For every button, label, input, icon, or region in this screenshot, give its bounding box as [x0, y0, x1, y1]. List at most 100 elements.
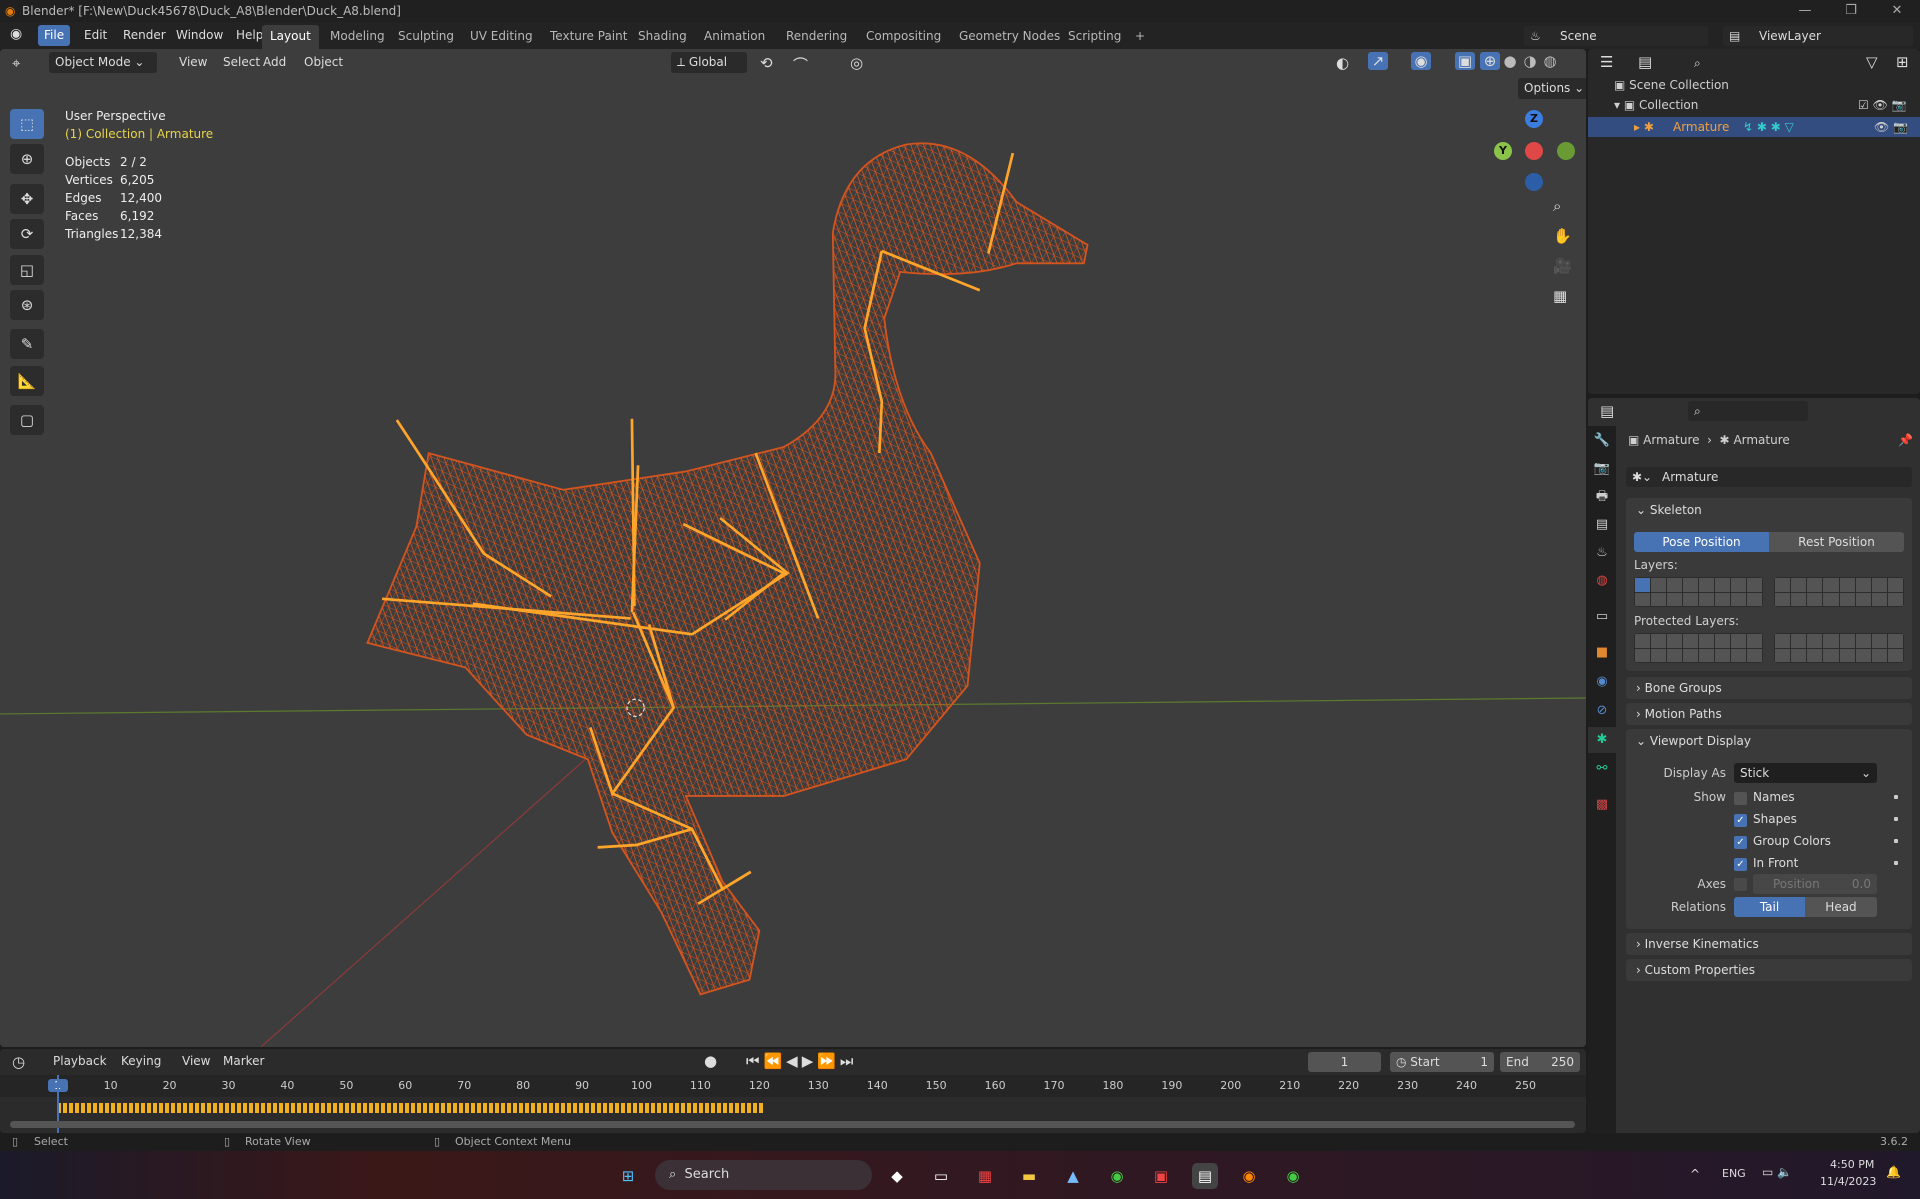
layer-cell[interactable] [1699, 648, 1714, 662]
layer-cell[interactable] [1731, 648, 1746, 662]
xray-icon[interactable]: ▣ [1455, 52, 1475, 70]
gizmo-neg-z-axis[interactable] [1525, 173, 1543, 191]
taskbar-search[interactable]: ⌕ Search [655, 1160, 872, 1190]
layer-cell[interactable] [1823, 592, 1839, 606]
collection-tab-icon[interactable]: ▭ [1588, 604, 1616, 630]
layers-grid-a[interactable] [1634, 577, 1763, 607]
menu-object[interactable]: Object [304, 52, 343, 73]
properties-search[interactable]: ⌕ [1688, 401, 1808, 421]
pin-icon[interactable]: 📌 [1898, 433, 1913, 447]
viewport-display-header[interactable]: ⌄ Viewport Display [1636, 734, 1751, 748]
playback-controls[interactable]: ⏮⏪◀▶⏩⏭ [746, 1052, 857, 1070]
minimize-button[interactable]: — [1782, 0, 1828, 22]
network-volume-icons[interactable]: ▭ 🔈 [1762, 1165, 1792, 1179]
layer-cell[interactable] [1731, 634, 1746, 648]
bone-groups-panel[interactable]: › Bone Groups [1626, 677, 1912, 699]
menu-select[interactable]: Select [223, 52, 260, 73]
layer-cell[interactable] [1651, 634, 1666, 648]
marker-menu[interactable]: Marker [223, 1051, 264, 1072]
layer-cell[interactable] [1699, 634, 1714, 648]
scene-tab-icon[interactable]: ♨ [1588, 540, 1616, 566]
tray-expand-icon[interactable]: ^ [1690, 1167, 1700, 1181]
layer-cell[interactable] [1683, 634, 1698, 648]
3d-viewport[interactable]: ⌖ Object Mode ⌄ View Select Add Object ⟂… [0, 49, 1586, 1047]
layer-cell[interactable] [1635, 592, 1650, 606]
workspace-tab-2[interactable]: Sculpting [390, 25, 462, 49]
layer-cell[interactable] [1855, 634, 1871, 648]
notification-bell-icon[interactable]: 🔔 [1886, 1165, 1901, 1179]
layer-cell[interactable] [1651, 592, 1666, 606]
transform-tool[interactable]: ⊛ [10, 290, 44, 320]
layer-cell[interactable] [1667, 578, 1682, 592]
layer-cell[interactable] [1747, 634, 1762, 648]
pan-hand-icon[interactable]: ✋ [1553, 227, 1572, 245]
layer-cell[interactable] [1715, 648, 1730, 662]
snap-icon[interactable]: ⌒ [793, 54, 808, 75]
playback-menu[interactable]: Playback [53, 1051, 107, 1072]
menu-render[interactable]: Render [117, 25, 172, 46]
material-shading-icon[interactable]: ◑ [1520, 52, 1540, 70]
chrome-profile-icon[interactable]: ◉ [1280, 1163, 1306, 1189]
constraints-tab-icon[interactable]: ⊘ [1588, 698, 1616, 724]
keying-menu[interactable]: Keying [121, 1051, 161, 1072]
gizmo-toggle-icon[interactable]: ↗ [1368, 52, 1388, 70]
transform-orientation-dropdown[interactable]: ⟂ Global [671, 52, 747, 73]
layer-cell[interactable] [1791, 578, 1807, 592]
workspace-tab-6[interactable]: Animation [696, 25, 773, 49]
workspace-tab-5[interactable]: Shading [630, 25, 695, 49]
keyframe-dot[interactable] [1894, 817, 1898, 821]
layer-cell[interactable] [1807, 578, 1823, 592]
end-frame-field[interactable]: End 250 [1500, 1052, 1580, 1072]
auto-key-icon[interactable]: ● [704, 1052, 717, 1070]
collection-toggles[interactable]: ☑ 👁 📷 [1858, 98, 1907, 112]
workspace-tab-7[interactable]: Rendering [778, 25, 855, 49]
layer-cell[interactable] [1651, 578, 1666, 592]
outliner-search[interactable]: ⌕ [1688, 53, 1788, 73]
menu-window[interactable]: Window [170, 25, 229, 46]
app-icon[interactable]: ▣ [1148, 1163, 1174, 1189]
layer-cell[interactable] [1683, 578, 1698, 592]
layer-cell[interactable] [1839, 592, 1855, 606]
display-as-dropdown[interactable]: Stick ⌄ [1734, 763, 1877, 783]
ortho-grid-icon[interactable]: ▦ [1553, 287, 1567, 305]
layer-cell[interactable] [1747, 578, 1762, 592]
layer-cell[interactable] [1855, 648, 1871, 662]
bone-tab-icon[interactable]: ⚯ [1588, 756, 1616, 782]
workspace-tab-4[interactable]: Texture Paint [542, 25, 635, 49]
layer-cell[interactable] [1775, 592, 1791, 606]
layer-cell[interactable] [1887, 648, 1903, 662]
chrome-icon[interactable]: ◉ [1104, 1163, 1130, 1189]
layer-cell[interactable] [1683, 648, 1698, 662]
rest-position-button[interactable]: Rest Position [1769, 532, 1904, 552]
layer-cell[interactable] [1651, 648, 1666, 662]
layer-cell[interactable] [1715, 634, 1730, 648]
close-button[interactable]: ✕ [1874, 0, 1920, 22]
view-layer-tab-icon[interactable]: ▤ [1588, 512, 1616, 538]
layers-grid-b[interactable] [1774, 577, 1904, 607]
new-collection-icon[interactable]: ⊞ [1896, 53, 1909, 71]
layer-cell[interactable] [1635, 634, 1650, 648]
motion-paths-panel[interactable]: › Motion Paths [1626, 703, 1912, 725]
photos-icon[interactable]: ▲ [1060, 1163, 1086, 1189]
start-button[interactable]: ⊞ [615, 1163, 641, 1189]
layer-cell[interactable] [1683, 592, 1698, 606]
tool-tab-icon[interactable]: 🔧 [1588, 428, 1616, 454]
options-dropdown[interactable]: Options ⌄ [1518, 78, 1586, 99]
protected-layers-grid-a[interactable] [1634, 633, 1763, 663]
relations-tail-button[interactable]: Tail [1734, 897, 1805, 917]
gizmo-neg-x-axis[interactable] [1525, 142, 1543, 160]
restore-button[interactable]: ❐ [1828, 0, 1874, 22]
start-frame-field[interactable]: ◷ Start 1 [1390, 1052, 1494, 1072]
pivot-icon[interactable]: ⟲ [760, 54, 773, 72]
layer-cell[interactable] [1807, 634, 1823, 648]
rendered-shading-icon[interactable]: ◍ [1540, 52, 1560, 70]
annotate-tool[interactable]: ✎ [10, 329, 44, 359]
armature-data-tab-icon[interactable]: ✱ [1588, 727, 1616, 753]
frame-ruler[interactable]: 1102030405060708090100110120130140150160… [0, 1075, 1586, 1097]
layer-cell[interactable] [1775, 578, 1791, 592]
cursor-tool[interactable]: ⊕ [10, 144, 44, 174]
layer-cell[interactable] [1747, 592, 1762, 606]
zoom-icon[interactable]: ⌕ [1553, 197, 1561, 215]
gizmo-y-axis[interactable]: Y [1494, 142, 1512, 160]
workspace-tab-9[interactable]: Geometry Nodes [951, 25, 1068, 49]
